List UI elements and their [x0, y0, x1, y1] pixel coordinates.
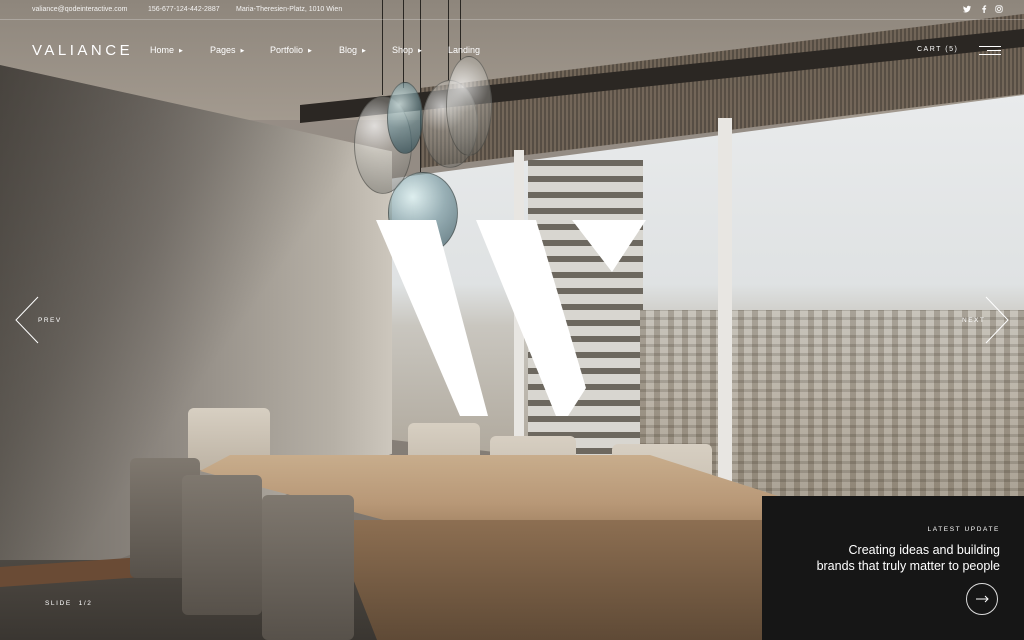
nav-item-portfolio[interactable]: Portfolio ▶	[270, 45, 312, 55]
twitter-icon[interactable]	[963, 5, 971, 15]
cart-link[interactable]: CART (5)	[917, 46, 958, 53]
next-label[interactable]: NEXT	[962, 317, 985, 324]
site-header: VALIANCE Home ▶ Pages ▶ Portfolio ▶ Blog ▶ S…	[0, 20, 1024, 80]
contact-address: Maria-Theresien-Platz, 1010 Wien	[236, 6, 343, 13]
arrow-right-icon	[976, 595, 989, 603]
menu-icon[interactable]	[979, 46, 1001, 56]
read-more-button[interactable]	[966, 583, 998, 615]
caret-right-icon: ▶	[179, 47, 183, 54]
nav-item-label: Landing	[448, 45, 481, 55]
conference-table-side	[330, 520, 800, 640]
top-info-bar: valiance@qodeinteractive.com 156-677-124…	[0, 0, 1024, 20]
nav-item-blog[interactable]: Blog ▶	[339, 45, 366, 55]
nav-item-home[interactable]: Home ▶	[150, 45, 183, 55]
caret-right-icon: ▶	[308, 47, 312, 54]
chair	[262, 495, 354, 640]
contact-email[interactable]: valiance@qodeinteractive.com	[32, 6, 127, 13]
prev-label[interactable]: PREV	[38, 317, 62, 324]
caret-right-icon: ▶	[418, 47, 422, 54]
facebook-icon[interactable]	[980, 5, 988, 15]
chair	[182, 475, 262, 615]
nav-item-label: Pages	[210, 45, 236, 55]
pendant-lamp	[387, 82, 423, 154]
caret-right-icon: ▶	[240, 47, 245, 54]
nav-item-label: Portfolio	[270, 45, 304, 55]
v-logo-mark-icon	[376, 220, 646, 416]
contact-phone[interactable]: 156-677-124-442-2887	[148, 6, 220, 13]
nav-item-label: Blog	[339, 45, 358, 55]
nav-item-label: Shop	[392, 45, 414, 55]
latest-update-panel: LATEST UPDATE Creating ideas and buildin…	[762, 496, 1024, 640]
latest-update-headline[interactable]: Creating ideas and building brands that …	[770, 542, 1000, 574]
slide-counter: SLIDE 1/2	[45, 600, 93, 607]
instagram-icon[interactable]	[995, 5, 1003, 15]
nav-item-shop[interactable]: Shop ▶	[392, 45, 422, 55]
window-mullion	[718, 118, 732, 503]
latest-update-label: LATEST UPDATE	[927, 526, 1000, 533]
caret-right-icon: ▶	[362, 47, 366, 54]
nav-item-label: Home	[150, 45, 175, 55]
site-logo[interactable]: VALIANCE	[32, 42, 133, 59]
headline-line: brands that truly matter to people	[816, 559, 1000, 573]
nav-item-landing[interactable]: Landing	[448, 45, 480, 55]
nav-item-pages[interactable]: Pages ▶	[210, 45, 244, 55]
headline-line: Creating ideas and building	[848, 543, 1001, 557]
